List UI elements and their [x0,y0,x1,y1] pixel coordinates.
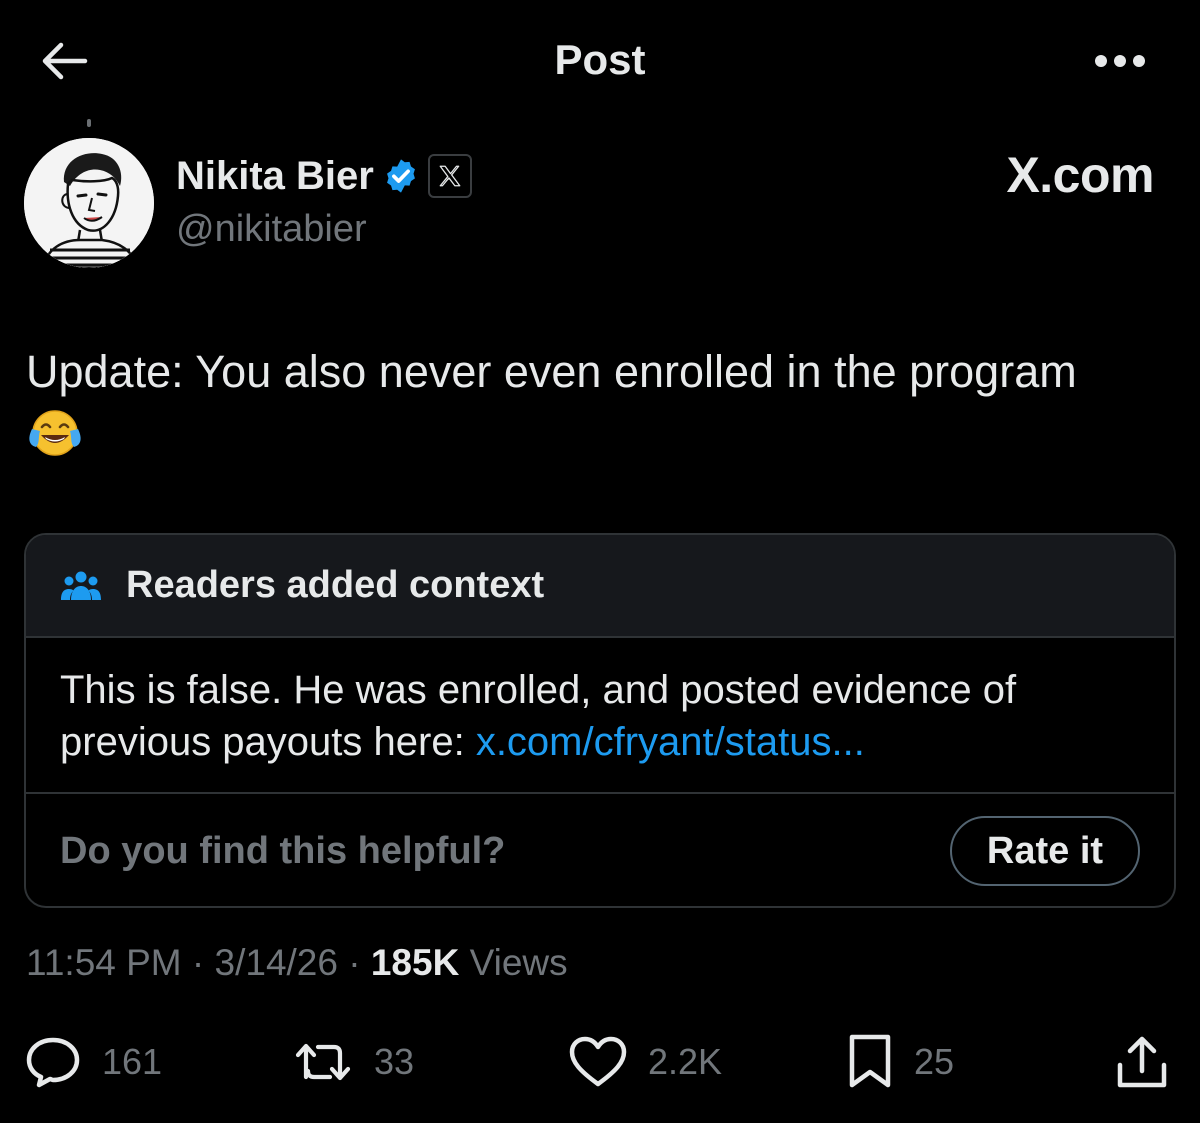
avatar[interactable] [24,138,154,268]
share-icon [1117,1036,1167,1088]
affiliate-x-badge-icon[interactable] [427,154,472,198]
reply-button[interactable]: 161 [24,1030,162,1094]
repost-icon [295,1043,351,1081]
thread-line-stub [87,119,91,127]
share-button[interactable] [1114,1030,1170,1094]
community-note-title: Readers added context [126,564,545,606]
bookmark-icon [849,1034,891,1088]
heart-icon [569,1036,627,1087]
author-name[interactable]: Nikita Bier [176,154,374,199]
reply-icon [26,1037,80,1088]
post-text: Update: You also never even enrolled in … [26,346,1077,397]
reply-count: 161 [102,1041,163,1082]
people-group-icon [61,571,101,600]
repost-button[interactable]: 33 [294,1030,414,1094]
verified-badge-icon [382,157,420,195]
post-body: Update: You also never even enrolled in … [26,344,1176,459]
top-bar: Post [0,0,1200,120]
community-note-footer: Do you find this helpful? Rate it [26,794,1174,906]
action-bar: 161 33 2.2K 25 [0,1030,1200,1094]
repost-count: 33 [374,1041,415,1082]
post-detail-page: Post Nikita Bier @nikitabier X.com Updat… [0,0,1200,1123]
like-button[interactable]: 2.2K [568,1030,722,1094]
like-count: 2.2K [648,1041,723,1082]
author-handle[interactable]: @nikitabier [176,208,367,251]
rate-it-button[interactable]: Rate it [950,816,1140,886]
community-note-body: This is false. He was enrolled, and post… [26,638,1174,794]
views-label: Views [459,942,568,983]
community-note-header: Readers added context [26,535,1174,638]
post-meta: 11:54 PM · 3/14/26 · 185K Views [26,942,568,984]
author-name-row: Nikita Bier [176,150,472,202]
bookmark-count: 25 [914,1041,955,1082]
post-date[interactable]: 3/14/26 [215,942,338,983]
community-note-card: Readers added context This is false. He … [24,533,1176,908]
avatar-sketch-image [24,138,154,268]
page-title: Post [554,36,646,83]
affiliation-label[interactable]: X.com [1006,146,1154,204]
helpful-question: Do you find this helpful? [60,830,506,872]
face-with-tears-of-joy-icon [26,407,84,459]
community-note-link[interactable]: x.com/cfryant/status... [476,720,865,764]
bookmark-button[interactable]: 25 [846,1030,954,1094]
post-time[interactable]: 11:54 PM [26,942,182,983]
meta-separator: · [181,942,215,983]
meta-separator: · [337,942,371,983]
more-horizontal-icon [1095,55,1145,67]
views-count: 185K [370,942,460,983]
more-options-button[interactable] [1090,44,1150,78]
